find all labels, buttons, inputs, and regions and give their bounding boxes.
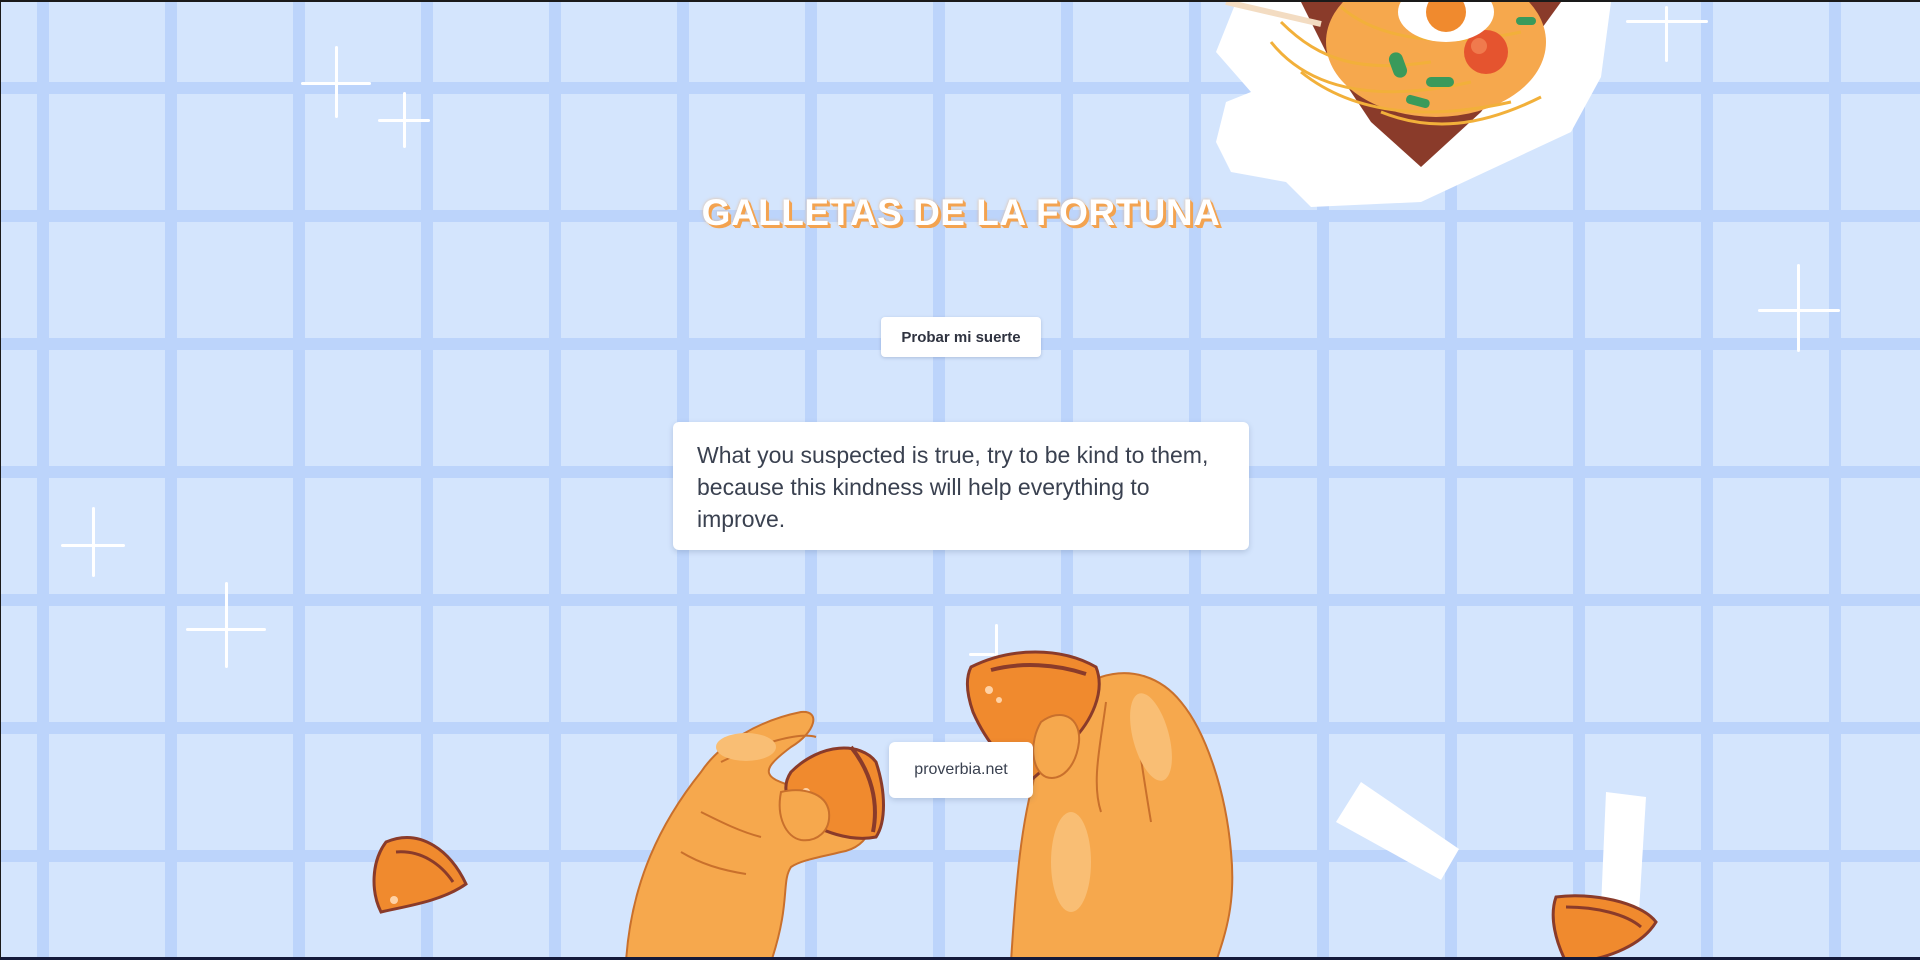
- sparkle-icon: [61, 507, 125, 577]
- page-title: GALLETAS DE LA FORTUNA: [701, 192, 1221, 233]
- sparkle-icon: [301, 46, 371, 118]
- sparkle-icon: [378, 92, 430, 148]
- sparkle-icon: [186, 582, 266, 668]
- fortune-cookie-icon: [1551, 792, 1658, 957]
- sparkle-icon: [1758, 264, 1840, 352]
- sparkle-icon: [969, 624, 998, 664]
- quote-source-link[interactable]: proverbia.net: [889, 742, 1033, 798]
- hands-holding-cookie-icon: [625, 650, 1234, 957]
- fortune-quote: What you suspected is true, try to be ki…: [697, 442, 1209, 532]
- fortune-card: What you suspected is true, try to be ki…: [673, 422, 1249, 550]
- paper-fortune-slip-icon: [1336, 782, 1459, 880]
- try-luck-button[interactable]: Probar mi suerte: [881, 317, 1041, 357]
- fortune-cookie-icon: [372, 836, 468, 914]
- page-frame: GALLETAS DE LA FORTUNA Probar mi suerte …: [0, 0, 1920, 960]
- noodle-box-icon: [1216, 2, 1611, 207]
- sparkle-icon: [1626, 6, 1708, 62]
